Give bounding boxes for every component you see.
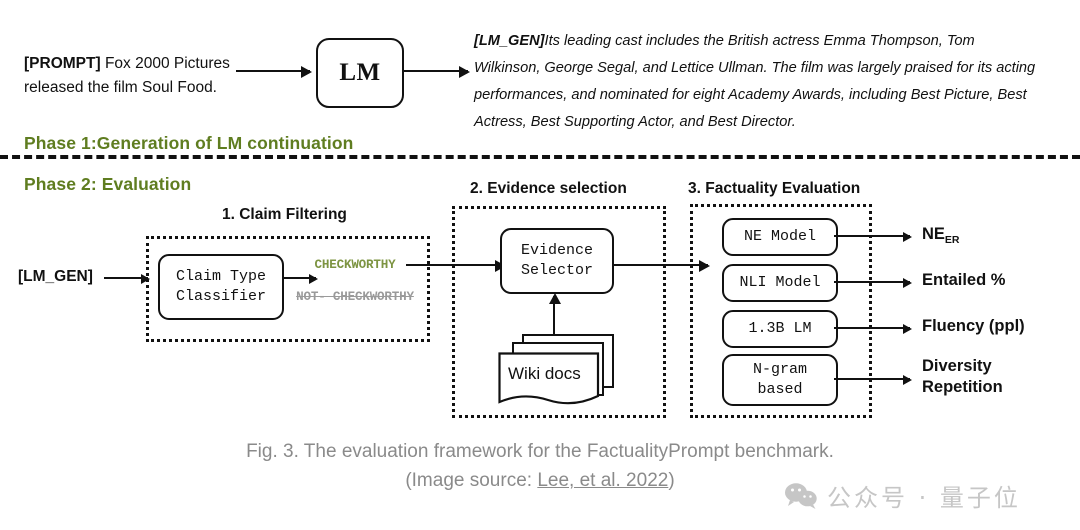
not-checkworthy-label: NOT- CHECKWORTHY xyxy=(296,290,414,304)
metric-diversity-repetition: Diversity Repetition xyxy=(922,356,1003,397)
prompt-text: [PROMPT] Fox 2000 Pictures released the … xyxy=(24,52,264,100)
watermark: 公众号 · 量子位 xyxy=(784,478,1021,513)
step-3-title: 3. Factuality Evaluation xyxy=(688,180,861,197)
arrow-ne-model-to-metric xyxy=(834,235,910,237)
nli-model-box: NLI Model xyxy=(722,264,838,302)
metric-fluency: Fluency (ppl) xyxy=(922,317,1025,335)
prompt-tag: [PROMPT] xyxy=(24,55,101,72)
caption-source-link[interactable]: Lee, et al. 2022 xyxy=(537,470,668,491)
phase-1-label: Phase 1:Generation of LM continuation xyxy=(24,133,354,153)
lm-model-box: LM xyxy=(316,38,404,108)
metric-entailed-pct: Entailed % xyxy=(922,271,1006,289)
step-1-title: 1. Claim Filtering xyxy=(222,206,347,223)
lm-1-3b-box: 1.3B LM xyxy=(722,310,838,348)
figure-canvas: [PROMPT] Fox 2000 Pictures released the … xyxy=(0,0,1080,530)
arrow-lmgen-to-claim-filtering xyxy=(104,277,148,279)
lmgen-input-label: [LM_GEN] xyxy=(18,268,93,285)
step-2-title: 2. Evidence selection xyxy=(470,180,627,197)
n-gram-based-box: N-gram based xyxy=(722,354,838,406)
phase-2-label: Phase 2: Evaluation xyxy=(24,174,192,194)
metric-ne-er: NEER xyxy=(922,224,960,246)
wiki-docs-stack: Wiki docs xyxy=(494,334,614,408)
wiki-docs-label: Wiki docs xyxy=(508,364,581,383)
lm-model-label: LM xyxy=(339,59,381,86)
arrow-lm-to-generation xyxy=(402,70,468,72)
metric-ne-er-main: NE xyxy=(922,225,945,243)
checkworthy-label: CHECKWORTHY xyxy=(314,258,396,272)
generation-tag: [LM_GEN] xyxy=(474,33,545,49)
evidence-selector-box: Evidence Selector xyxy=(500,228,614,294)
generation-text: [LM_GEN]Its leading cast includes the Br… xyxy=(474,28,1036,136)
watermark-text: 公众号 · 量子位 xyxy=(827,484,1021,512)
arrow-wiki-docs-to-selector xyxy=(553,296,555,336)
arrow-nli-model-to-metric xyxy=(834,281,910,283)
caption-source-prefix: (Image source: xyxy=(405,470,538,492)
arrow-prompt-to-lm xyxy=(236,70,310,72)
metric-repetition: Repetition xyxy=(922,377,1003,396)
arrow-n-gram-to-metric xyxy=(834,378,910,380)
caption-line-1: Fig. 3. The evaluation framework for the… xyxy=(246,441,834,462)
wechat-icon xyxy=(785,482,817,509)
generation-body: Its leading cast includes the British ac… xyxy=(474,33,1036,130)
ne-model-box: NE Model xyxy=(722,218,838,256)
arrow-classifier-to-labels xyxy=(282,277,316,279)
metric-diversity: Diversity xyxy=(922,357,992,375)
arrow-lm-1-3b-to-metric xyxy=(834,327,910,329)
claim-type-classifier-box: Claim Type Classifier xyxy=(158,254,284,320)
caption-source-suffix: ) xyxy=(668,470,675,492)
phase-divider xyxy=(0,155,1080,159)
metric-ne-er-sub: ER xyxy=(944,234,960,246)
